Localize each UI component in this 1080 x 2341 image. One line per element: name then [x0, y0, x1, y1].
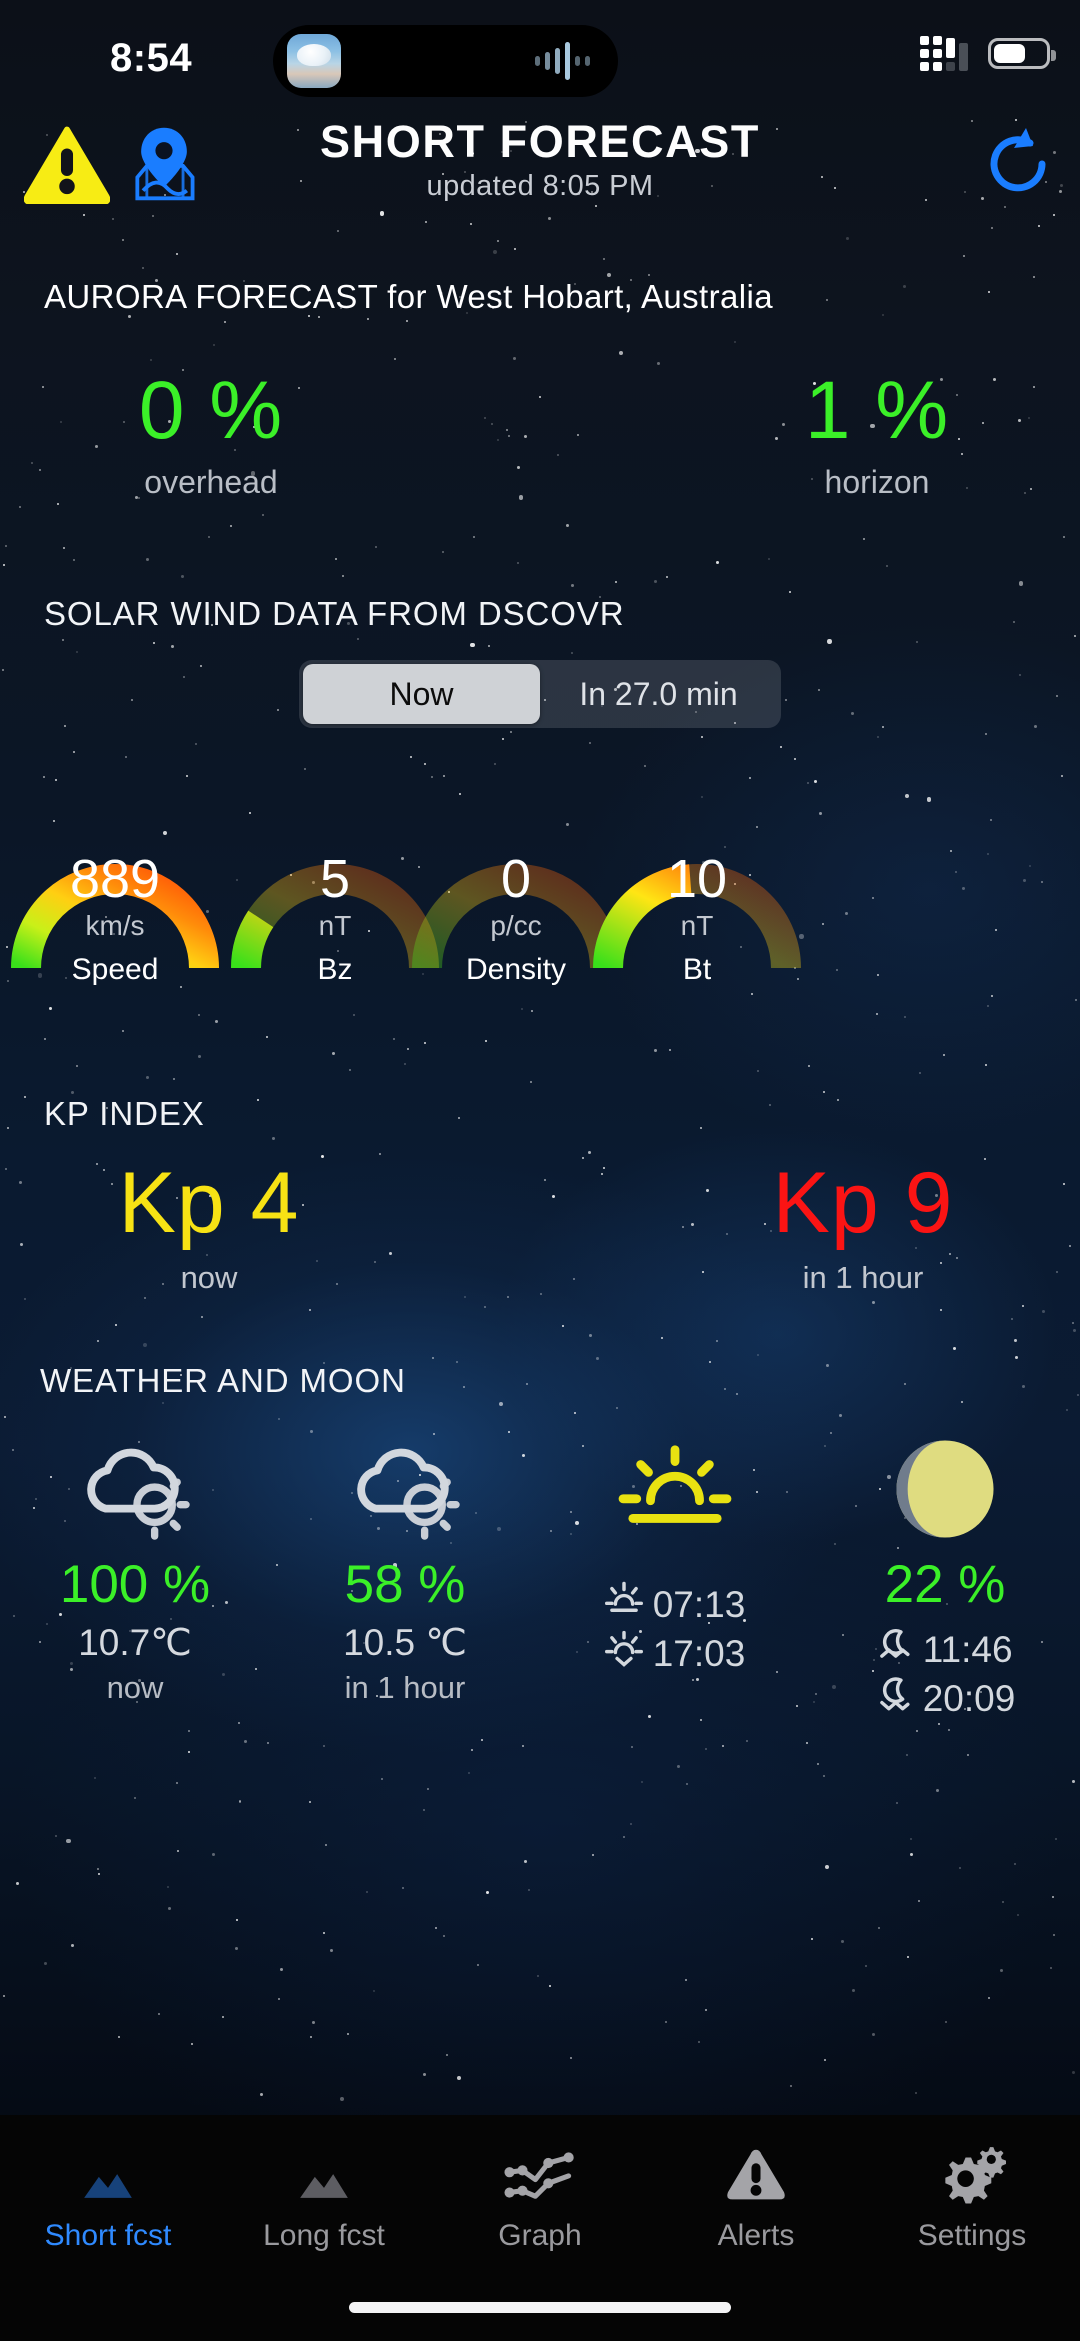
solar-wind-time-segmented-control[interactable]: Now In 27.0 min — [299, 660, 781, 728]
warning-triangle-icon — [648, 2139, 864, 2211]
moonset-time: 20:09 — [922, 1678, 1016, 1720]
audio-waveform-icon — [535, 41, 590, 81]
cloud-now-when: now — [106, 1670, 164, 1705]
tab-graph[interactable]: Graph — [432, 2139, 648, 2253]
header-title-block: SHORT FORECAST updated 8:05 PM — [0, 116, 1080, 203]
kp-index-row: Kp 4 now Kp 9 in 1 hour — [0, 1160, 1080, 1296]
moonset-row: 20:09 — [875, 1675, 1016, 1725]
aurora-percent-row: 0 % overhead 1 % horizon — [0, 370, 1080, 501]
app-header: SHORT FORECAST updated 8:05 PM — [0, 116, 1080, 210]
tab-long-fcst[interactable]: Long fcst — [216, 2139, 432, 2253]
aurora-overhead-label: overhead — [144, 464, 278, 500]
updated-timestamp: updated 8:05 PM — [426, 169, 654, 202]
gauge-bt-unit: nT — [680, 910, 714, 941]
aurora-horizon-stat: 1 % horizon — [544, 370, 1080, 501]
kp-now-stat: Kp 4 now — [0, 1160, 536, 1296]
cloud-next-temperature: 10.5 ℃ — [343, 1622, 467, 1663]
line-chart-icon — [432, 2139, 648, 2211]
cellular-signal-icon — [920, 36, 968, 71]
segment-in-27-min[interactable]: In 27.0 min — [540, 664, 777, 724]
sunrise-row: 07:13 — [604, 1580, 746, 1630]
cloud-next-percent: 58 % — [344, 1555, 466, 1614]
aurora-mountain-icon — [0, 2139, 216, 2211]
kp-index-section-title: KP INDEX — [44, 1095, 205, 1132]
tab-short-fcst-label: Short fcst — [44, 2219, 172, 2252]
kp-now-value: Kp 4 — [118, 1155, 300, 1251]
tab-long-fcst-label: Long fcst — [263, 2219, 385, 2252]
sunset-time: 17:03 — [652, 1633, 746, 1675]
kp-next-stat: Kp 9 in 1 hour — [536, 1160, 1080, 1296]
sunset-small-icon — [604, 1630, 643, 1680]
tab-alerts[interactable]: Alerts — [648, 2139, 864, 2253]
solar-wind-section-title: SOLAR WIND DATA FROM DSCOVR — [44, 595, 625, 632]
tab-settings[interactable]: Settings — [864, 2139, 1080, 2253]
moonrise-time: 11:46 — [922, 1628, 1013, 1670]
gears-icon — [864, 2139, 1080, 2211]
dynamic-island[interactable] — [273, 25, 618, 97]
tab-graph-label: Graph — [498, 2219, 582, 2252]
sunrise-icon — [540, 1430, 810, 1548]
aurora-forecast-location: AURORA FORECAST for West Hobart, Austral… — [44, 278, 773, 315]
tab-alerts-label: Alerts — [717, 2219, 795, 2252]
aurora-mountain-icon — [216, 2139, 432, 2211]
cloud-cover-now: 100 % 10.7℃ now — [0, 1430, 270, 1725]
aurora-overhead-stat: 0 % overhead — [0, 370, 544, 501]
moon-rise-set-rows: 11:46 20:09 — [875, 1625, 1016, 1725]
cloud-sun-icon — [0, 1430, 270, 1548]
status-bar: 8:54 — [0, 0, 1080, 110]
gauge-bt-label: Bt — [682, 953, 712, 986]
aurora-horizon-label: horizon — [824, 464, 930, 500]
cloud-now-percent: 100 % — [59, 1555, 211, 1614]
moon-illumination: 22 % — [884, 1555, 1006, 1614]
status-clock: 8:54 — [110, 36, 193, 80]
moon-phase-icon — [810, 1430, 1080, 1548]
system-icons — [920, 36, 1056, 71]
moonrise-row: 11:46 — [875, 1625, 1016, 1675]
aurora-horizon-value: 1 % — [804, 365, 950, 456]
gauge-bt-value: 10 — [666, 849, 728, 909]
home-indicator[interactable] — [349, 2302, 731, 2313]
sun-times: 07:13 17:03 — [540, 1430, 810, 1725]
page-title: SHORT FORECAST — [320, 116, 760, 167]
moonrise-icon — [875, 1625, 913, 1675]
sunrise-time: 07:13 — [652, 1583, 746, 1625]
sunrise-small-icon — [604, 1580, 643, 1630]
kp-next-value: Kp 9 — [772, 1155, 954, 1251]
kp-next-label: in 1 hour — [802, 1260, 924, 1295]
solar-wind-gauges: 889 km/s Speed 5 nT Bz 0 p/cc Density 10… — [0, 790, 1080, 1030]
cloud-next-when: in 1 hour — [344, 1670, 466, 1705]
moonset-icon — [875, 1675, 913, 1725]
refresh-icon[interactable] — [980, 126, 1056, 202]
segment-now[interactable]: Now — [303, 664, 540, 724]
aurora-overhead-value: 0 % — [138, 365, 284, 456]
gauge-bt[interactable]: 10 nT Bt — [562, 790, 832, 986]
tab-short-fcst[interactable]: Short fcst — [0, 2139, 216, 2253]
tab-settings-label: Settings — [917, 2219, 1027, 2252]
sun-rise-set-rows: 07:13 17:03 — [604, 1580, 746, 1680]
weather-moon-row: 100 % 10.7℃ now 58 % 10.5 ℃ in 1 hour 07… — [0, 1430, 1080, 1725]
battery-icon — [988, 38, 1056, 69]
kp-now-label: now — [180, 1260, 238, 1295]
cloud-photo-icon — [287, 34, 341, 88]
cloud-sun-icon — [270, 1430, 540, 1548]
cloud-now-temperature: 10.7℃ — [78, 1622, 192, 1663]
moon-info: 22 % 11:46 20:09 — [810, 1430, 1080, 1725]
sunset-row: 17:03 — [604, 1630, 746, 1680]
weather-moon-section-title: WEATHER AND MOON — [40, 1362, 406, 1399]
cloud-cover-next-hour: 58 % 10.5 ℃ in 1 hour — [270, 1430, 540, 1725]
